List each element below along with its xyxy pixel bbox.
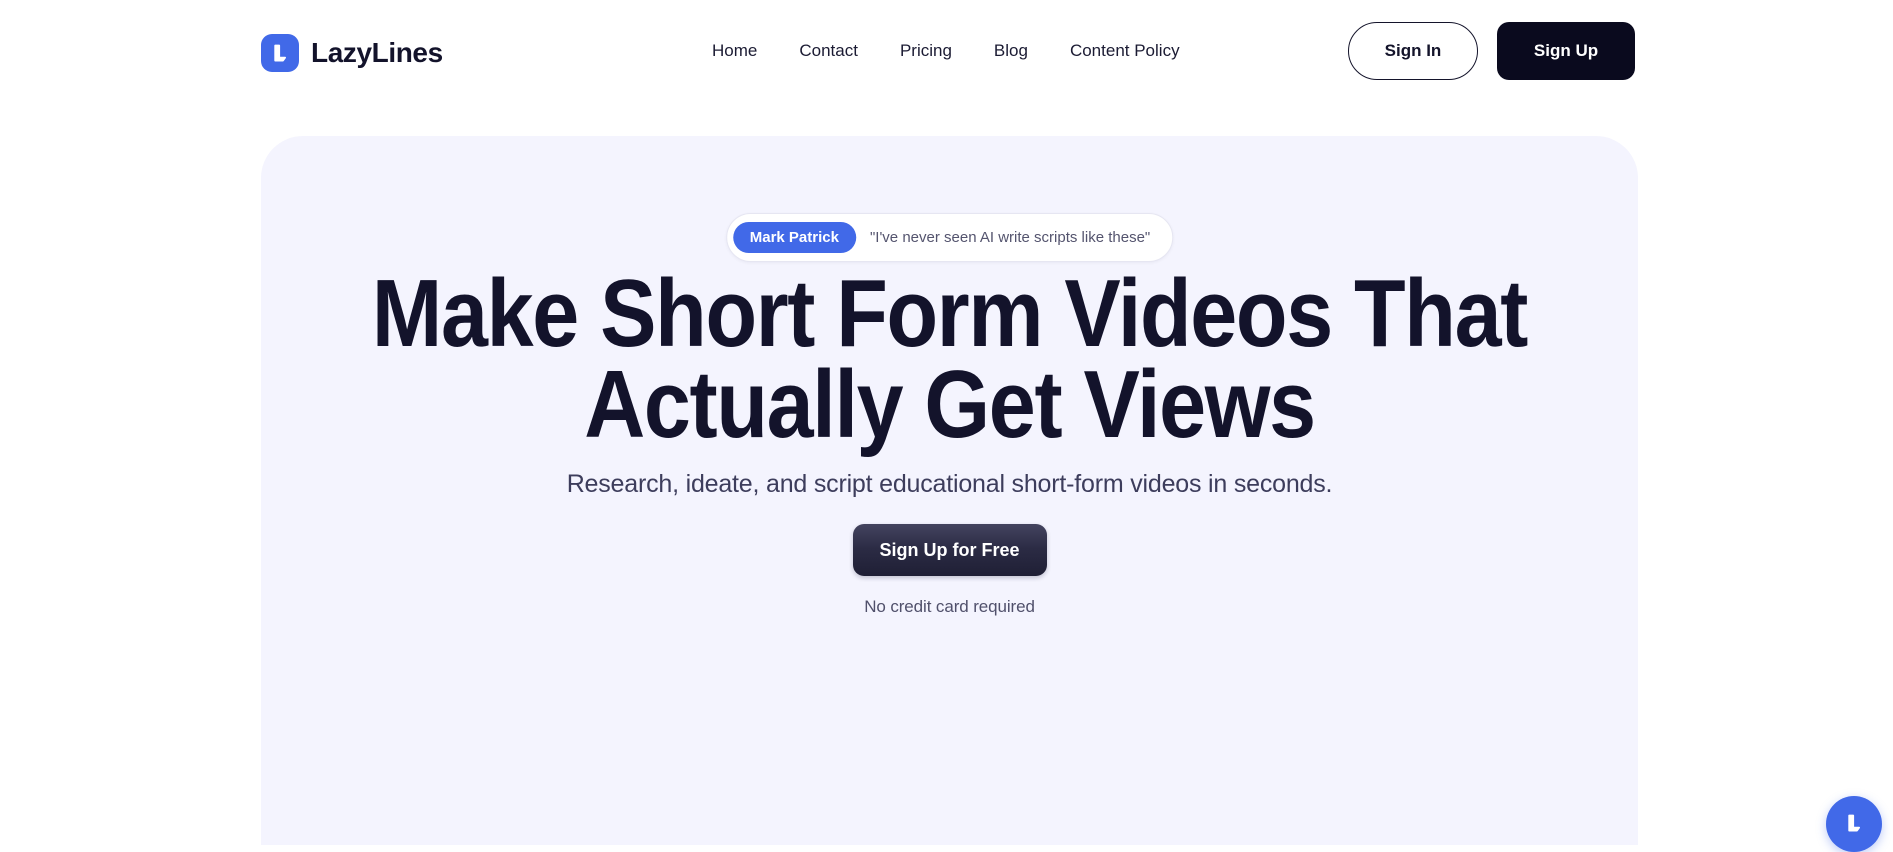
nav-item-home[interactable]: Home	[712, 42, 757, 59]
hero-headline: Make Short Form Videos That Actually Get…	[344, 266, 1556, 453]
site-header: LazyLines Home Contact Pricing Blog Cont…	[0, 0, 1893, 110]
nav-item-content-policy[interactable]: Content Policy	[1070, 42, 1180, 59]
sign-in-button[interactable]: Sign In	[1348, 22, 1478, 80]
brand-name: LazyLines	[311, 37, 443, 68]
sign-up-button[interactable]: Sign Up	[1497, 22, 1635, 80]
testimonial-badge[interactable]: Mark Patrick "I've never seen AI write s…	[725, 213, 1174, 262]
hero-headline-line-2: Actually Get Views	[584, 351, 1316, 459]
primary-nav: Home Contact Pricing Blog Content Policy	[712, 42, 1180, 59]
nav-item-pricing[interactable]: Pricing	[900, 42, 952, 59]
nav-item-blog[interactable]: Blog	[994, 42, 1028, 59]
lazylines-l-logo-icon	[1842, 811, 1866, 838]
brand-logo-link[interactable]: LazyLines	[261, 34, 443, 72]
hero-subheadline: Research, ideate, and script educational…	[566, 470, 1333, 498]
auth-actions: Sign In Sign Up	[1348, 22, 1635, 80]
nav-item-contact[interactable]: Contact	[799, 42, 858, 59]
hero-cta-group: Sign Up for Free No credit card required	[261, 524, 1638, 617]
hero-section: Mark Patrick "I've never seen AI write s…	[261, 136, 1638, 845]
sign-up-for-free-button[interactable]: Sign Up for Free	[852, 524, 1047, 576]
testimonial-author: Mark Patrick	[732, 222, 856, 253]
lazylines-l-logo-icon	[261, 34, 299, 72]
testimonial-quote: "I've never seen AI write scripts like t…	[869, 229, 1151, 246]
no-credit-card-note: No credit card required	[864, 597, 1035, 616]
chat-launcher-button[interactable]	[1826, 796, 1882, 852]
